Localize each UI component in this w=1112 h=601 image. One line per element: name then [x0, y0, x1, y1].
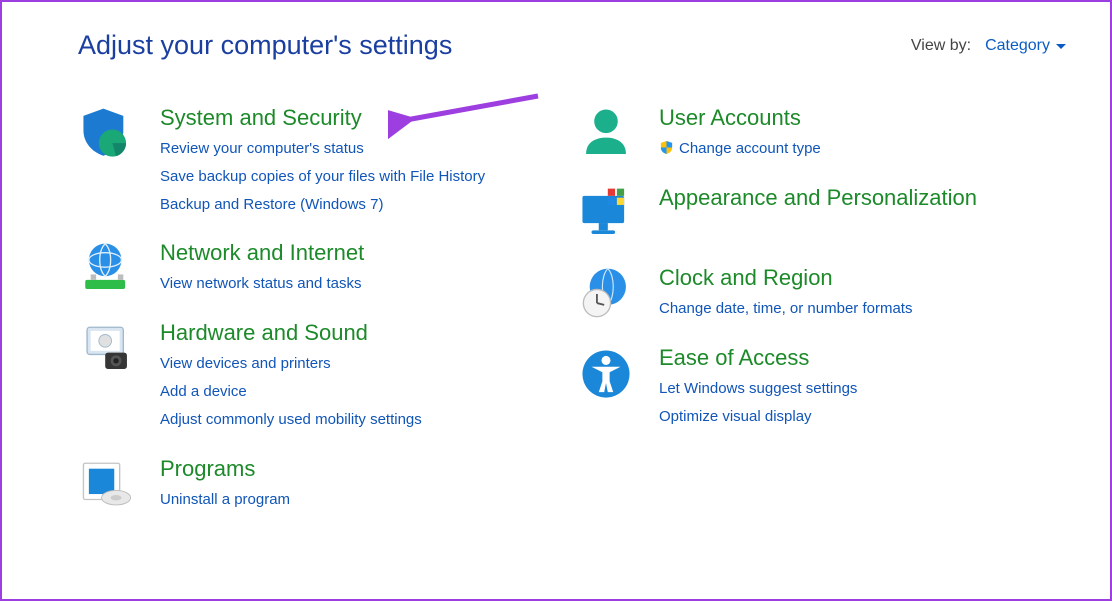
network-internet-icon: [78, 240, 160, 298]
clock-region-icon: [577, 265, 659, 323]
link-network-status[interactable]: View network status and tasks: [160, 270, 567, 298]
category-network-internet: Network and Internet View network status…: [78, 240, 567, 298]
column-left: System and Security Review your computer…: [78, 105, 567, 536]
category-hardware-sound: Hardware and Sound View devices and prin…: [78, 320, 567, 433]
category-title-network-internet[interactable]: Network and Internet: [160, 240, 364, 266]
programs-icon: [78, 456, 160, 514]
link-mobility-settings[interactable]: Adjust commonly used mobility settings: [160, 406, 567, 434]
uac-shield-icon: [659, 137, 674, 152]
hardware-sound-icon: [78, 320, 160, 378]
page-title: Adjust your computer's settings: [78, 30, 452, 61]
category-title-hardware-sound[interactable]: Hardware and Sound: [160, 320, 368, 346]
link-windows-suggest[interactable]: Let Windows suggest settings: [659, 375, 1066, 403]
link-backup-restore[interactable]: Backup and Restore (Windows 7): [160, 191, 567, 219]
ease-of-access-icon: [577, 345, 659, 403]
link-review-status[interactable]: Review your computer's status: [160, 135, 567, 163]
user-accounts-icon: [577, 105, 659, 163]
viewby-value: Category: [985, 37, 1050, 55]
category-system-security: System and Security Review your computer…: [78, 105, 567, 218]
appearance-personalization-icon: [577, 185, 659, 243]
viewby: View by: Category: [911, 37, 1066, 55]
link-change-account-type[interactable]: Change account type: [659, 135, 1066, 163]
category-programs: Programs Uninstall a program: [78, 456, 567, 514]
categories: System and Security Review your computer…: [78, 105, 1066, 536]
category-title-system-security[interactable]: System and Security: [160, 105, 362, 131]
header: Adjust your computer's settings View by:…: [78, 30, 1066, 61]
viewby-dropdown[interactable]: Category: [985, 37, 1066, 55]
column-right: User Accounts Change account type: [577, 105, 1066, 536]
link-change-date-time[interactable]: Change date, time, or number formats: [659, 295, 1066, 323]
category-title-appearance[interactable]: Appearance and Personalization: [659, 185, 977, 211]
link-file-history[interactable]: Save backup copies of your files with Fi…: [160, 163, 567, 191]
category-title-ease-of-access[interactable]: Ease of Access: [659, 345, 809, 371]
link-devices-printers[interactable]: View devices and printers: [160, 350, 567, 378]
control-panel-window: Adjust your computer's settings View by:…: [0, 0, 1112, 601]
category-title-programs[interactable]: Programs: [160, 456, 255, 482]
category-title-clock-region[interactable]: Clock and Region: [659, 265, 833, 291]
viewby-label: View by:: [911, 37, 971, 55]
category-ease-of-access: Ease of Access Let Windows suggest setti…: [577, 345, 1066, 431]
category-clock-region: Clock and Region Change date, time, or n…: [577, 265, 1066, 323]
category-title-user-accounts[interactable]: User Accounts: [659, 105, 801, 131]
system-security-icon: [78, 105, 160, 163]
category-appearance-personalization: Appearance and Personalization: [577, 185, 1066, 243]
link-add-device[interactable]: Add a device: [160, 378, 567, 406]
link-optimize-visual[interactable]: Optimize visual display: [659, 403, 1066, 431]
link-uninstall-program[interactable]: Uninstall a program: [160, 486, 567, 514]
category-user-accounts: User Accounts Change account type: [577, 105, 1066, 163]
chevron-down-icon: [1056, 44, 1066, 49]
